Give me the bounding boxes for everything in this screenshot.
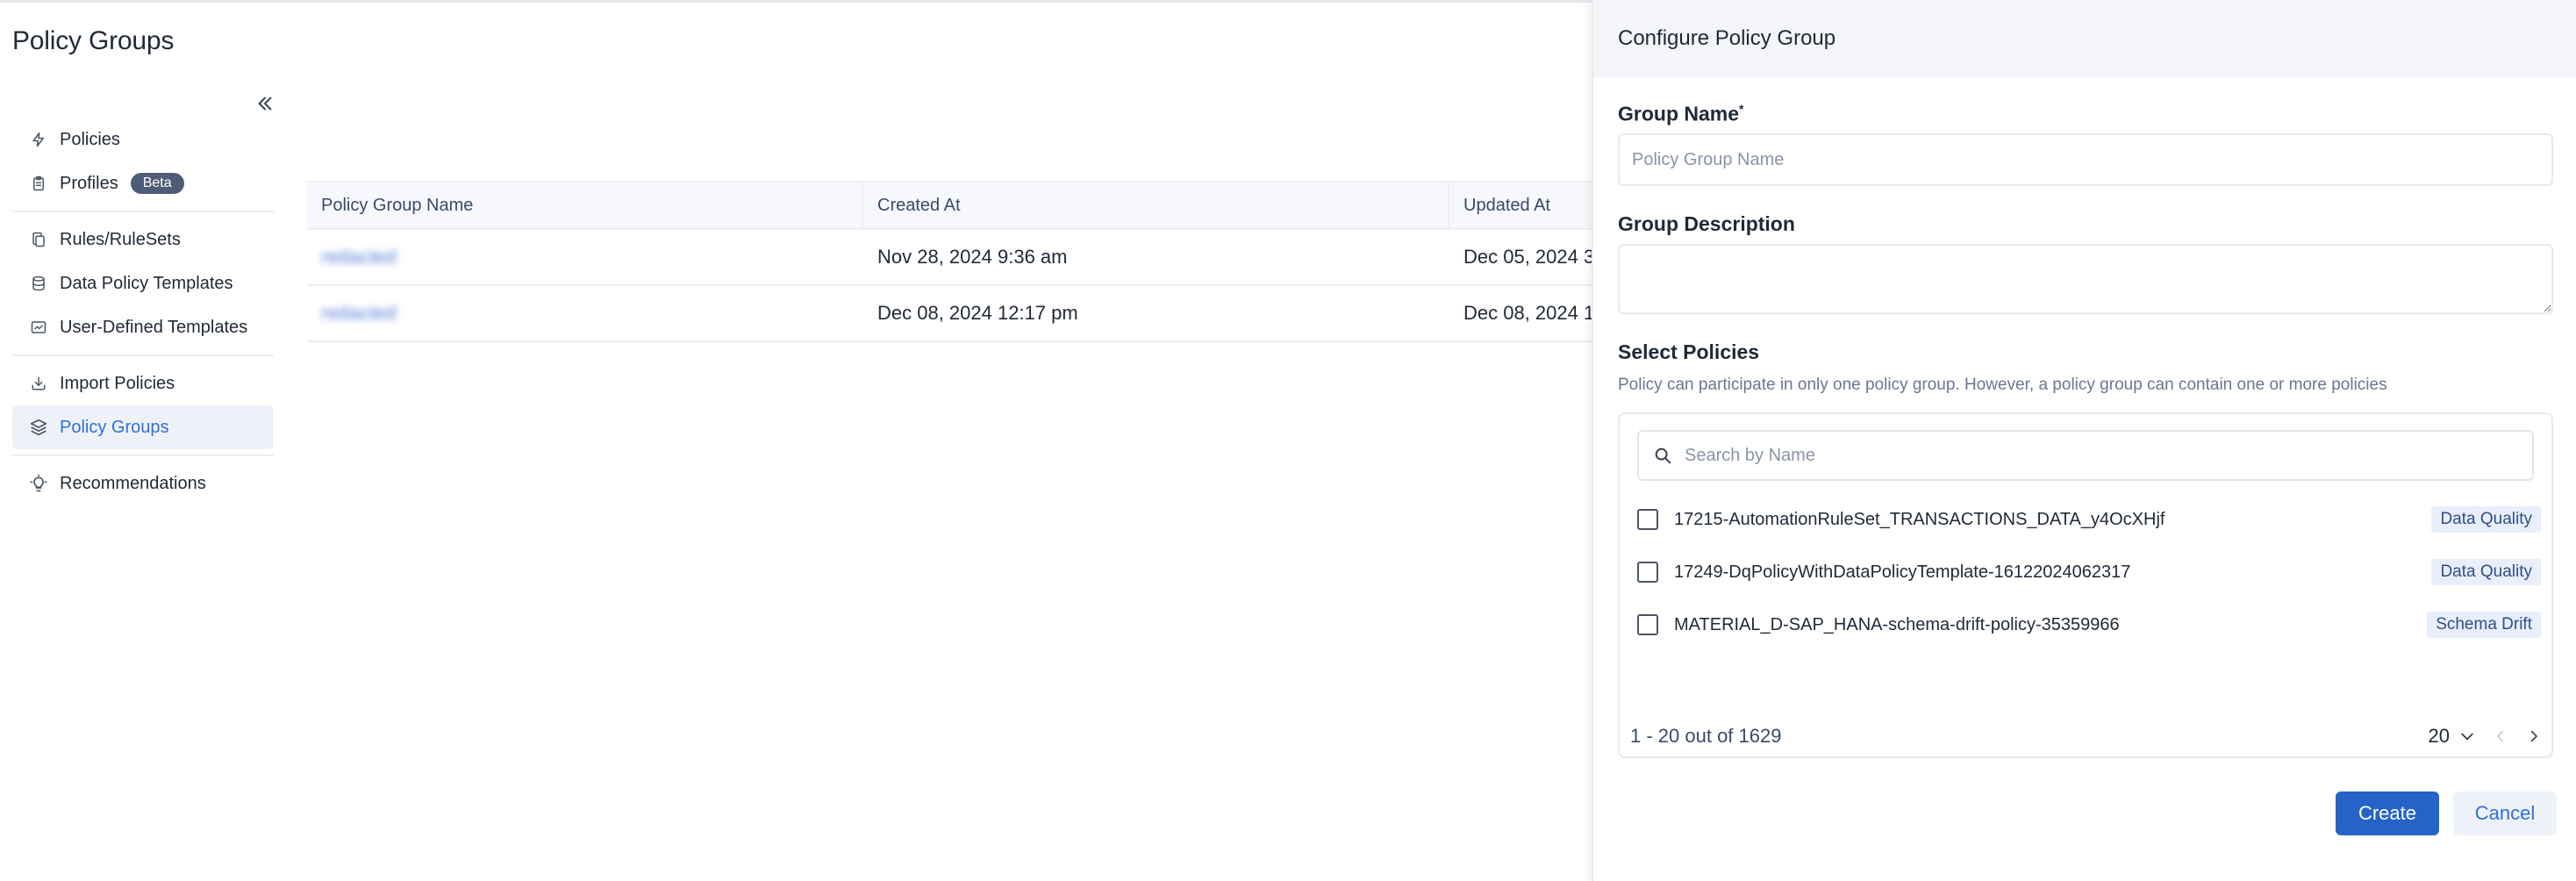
sidebar-item-label: Profiles [60, 173, 118, 193]
clipboard-icon [30, 175, 47, 192]
policy-type-tag: Data Quality [2431, 506, 2541, 533]
group-name-label-text: Group Name [1618, 102, 1740, 125]
double-chevron-left-icon [258, 97, 272, 111]
column-header-name[interactable]: Policy Group Name [307, 183, 863, 228]
configure-policy-group-panel: Configure Policy Group Group Name* Group… [1592, 0, 2576, 881]
group-description-textarea[interactable] [1618, 244, 2553, 314]
pagination: 1 - 20 out of 1629 20 [1630, 725, 2543, 748]
column-header-created-at[interactable]: Created At [863, 183, 1449, 228]
sidebar-item-policies[interactable]: Policies [12, 118, 274, 161]
sidebar-item-label: Policies [60, 129, 120, 149]
create-button[interactable]: Create [2336, 791, 2439, 835]
panel-title: Configure Policy Group [1593, 0, 2576, 77]
import-icon [30, 375, 47, 392]
sidebar-item-user-defined-templates[interactable]: User-Defined Templates [12, 305, 274, 349]
policy-name: 17215-AutomationRuleSet_TRANSACTIONS_DAT… [1674, 509, 2165, 529]
policy-selector: 17215-AutomationRuleSet_TRANSACTIONS_DAT… [1618, 412, 2553, 758]
select-policies-hint: Policy can participate in only one polic… [1618, 376, 2387, 394]
policy-groups-table: Policy Group Name Created At Updated At … [307, 181, 1597, 342]
sidebar-item-policy-groups[interactable]: Policy Groups [12, 405, 274, 449]
sidebar-item-label: Rules/RuleSets [60, 229, 181, 249]
policy-name: MATERIAL_D-SAP_HANA-schema-drift-policy-… [1674, 614, 2120, 634]
beta-badge: Beta [130, 173, 184, 194]
sidebar-item-rules-rulesets[interactable]: Rules/RuleSets [12, 218, 274, 261]
page-size-select[interactable]: 20 [2429, 725, 2476, 748]
policy-type-tag: Data Quality [2431, 559, 2541, 585]
policy-checkbox[interactable] [1637, 562, 1658, 583]
nav-divider [12, 355, 274, 356]
search-icon [1655, 448, 1671, 464]
select-policies-label: Select Policies [1618, 340, 1760, 363]
prev-page-button[interactable] [2492, 727, 2509, 745]
search-input[interactable] [1683, 444, 2532, 467]
policy-group-name-link[interactable]: redacted [307, 286, 863, 340]
sidebar-item-profiles[interactable]: Profiles Beta [12, 161, 274, 205]
sidebar: Policies Profiles Beta Rules/RuleSets Da… [12, 118, 274, 505]
page-title: Policy Groups [12, 26, 175, 55]
chevron-right-icon [2530, 730, 2538, 742]
updated-at-cell: Dec 08, 2024 1 [1463, 302, 1595, 324]
policy-type-tag: Schema Drift [2427, 612, 2541, 638]
sidebar-item-label: Policy Groups [60, 417, 169, 437]
table-row[interactable]: redacted Nov 28, 2024 9:36 am Dec 05, 20… [307, 230, 1597, 286]
updated-at-cell: Dec 05, 2024 3 [1463, 246, 1595, 268]
table-row[interactable]: redacted Dec 08, 2024 12:17 pm Dec 08, 2… [307, 286, 1597, 340]
sidebar-item-data-policy-templates[interactable]: Data Policy Templates [12, 261, 274, 305]
column-header-updated-at[interactable]: Updated At [1449, 183, 1597, 228]
policy-group-name-link[interactable]: redacted [307, 230, 863, 284]
layers-icon [30, 419, 47, 436]
required-asterisk: * [1739, 102, 1744, 116]
policy-checkbox[interactable] [1637, 614, 1658, 635]
sidebar-item-label: Data Policy Templates [60, 273, 233, 293]
cancel-button[interactable]: Cancel [2453, 791, 2557, 835]
chart-card-icon [30, 319, 47, 336]
copy-icon [30, 231, 47, 248]
page-size-value: 20 [2428, 725, 2450, 747]
policy-name: 17249-DqPolicyWithDataPolicyTemplate-161… [1674, 562, 2131, 582]
group-description-label: Group Description [1618, 212, 1795, 235]
chevron-left-icon [2496, 730, 2504, 742]
sidebar-item-label: Import Policies [60, 373, 175, 393]
created-at-cell: Nov 28, 2024 9:36 am [877, 246, 1068, 268]
database-icon [30, 275, 47, 292]
sidebar-item-label: User-Defined Templates [60, 317, 248, 337]
nav-divider [12, 455, 274, 456]
group-name-input[interactable] [1618, 133, 2553, 186]
list-item[interactable]: 17249-DqPolicyWithDataPolicyTemplate-161… [1637, 555, 2541, 590]
sidebar-item-recommendations[interactable]: Recommendations [12, 462, 274, 505]
group-name-label: Group Name* [1618, 102, 1743, 126]
policy-search[interactable] [1637, 430, 2534, 481]
table-header: Policy Group Name Created At Updated At [307, 183, 1597, 230]
policy-checkbox[interactable] [1637, 509, 1658, 530]
list-item[interactable]: 17215-AutomationRuleSet_TRANSACTIONS_DAT… [1637, 502, 2541, 537]
bolt-icon [30, 131, 47, 148]
sidebar-item-label: Recommendations [60, 473, 206, 493]
next-page-button[interactable] [2525, 727, 2543, 745]
collapse-sidebar-button[interactable] [249, 88, 281, 119]
lightbulb-icon [30, 474, 47, 492]
chevron-down-icon [2461, 733, 2473, 741]
pagination-range: 1 - 20 out of 1629 [1630, 725, 1782, 747]
created-at-cell: Dec 08, 2024 12:17 pm [877, 302, 1078, 324]
nav-divider [12, 211, 274, 212]
sidebar-item-import-policies[interactable]: Import Policies [12, 362, 274, 405]
list-item[interactable]: MATERIAL_D-SAP_HANA-schema-drift-policy-… [1637, 607, 2541, 642]
